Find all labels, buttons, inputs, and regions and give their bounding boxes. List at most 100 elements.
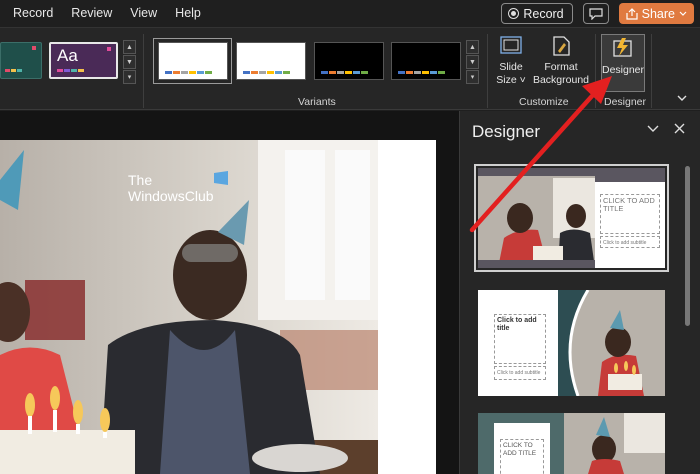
scroll-down-icon[interactable]: ▼ <box>123 55 136 69</box>
scroll-up-icon[interactable]: ▲ <box>466 40 479 54</box>
slide-workspace: The WindowsClub <box>0 111 459 474</box>
color-swatch <box>321 71 328 74</box>
design-photo-thumbnail <box>478 168 595 268</box>
slide-size-label-2: Size ˅ <box>496 74 526 86</box>
variant-color-swatches <box>398 71 445 74</box>
color-swatch <box>406 71 413 74</box>
variant-color-swatches <box>321 71 368 74</box>
share-icon <box>626 7 638 20</box>
color-swatch <box>361 71 368 74</box>
slide-size-label-1: Slide <box>499 61 523 73</box>
variant-color-swatches <box>243 71 290 74</box>
ribbon-separator <box>487 34 488 108</box>
color-swatch <box>197 71 204 74</box>
slide-canvas[interactable]: The WindowsClub <box>0 140 436 474</box>
variant-black-2[interactable] <box>391 42 461 80</box>
color-swatch <box>259 71 266 74</box>
color-swatch <box>243 71 250 74</box>
menu-help[interactable]: Help <box>166 0 210 27</box>
pane-scrollbar[interactable] <box>685 166 690 326</box>
color-swatch <box>329 71 336 74</box>
record-button[interactable]: Record <box>501 3 573 24</box>
menu-bar: Record Review View Help Record Share <box>0 0 700 27</box>
format-background-icon <box>553 36 570 56</box>
record-icon <box>508 8 520 19</box>
color-swatch <box>353 71 360 74</box>
powerpoint-window: Record Review View Help Record Share Aa … <box>0 0 700 474</box>
variant-white-1[interactable] <box>158 42 228 80</box>
share-button[interactable]: Share <box>618 3 694 24</box>
design-idea-card[interactable]: Click to add title Click to add subtitle <box>478 290 665 396</box>
variant-white-2[interactable] <box>236 42 306 80</box>
more-icon[interactable]: ▾ <box>123 70 136 84</box>
group-label-variants: Variants <box>298 96 336 108</box>
slide-size-icon <box>500 36 522 54</box>
color-swatch <box>251 71 258 74</box>
designer-pane: Designer CLICK TO ADD TITLE Click to add… <box>459 111 700 474</box>
title-placeholder: Click to add title <box>494 314 546 364</box>
ribbon-separator <box>595 34 596 108</box>
color-swatch <box>165 71 172 74</box>
scroll-up-icon[interactable]: ▲ <box>123 40 136 54</box>
subtitle-placeholder: Click to add subtitle <box>494 366 546 380</box>
ribbon-separator <box>143 34 144 108</box>
collapse-ribbon-icon[interactable] <box>677 95 687 102</box>
design-idea-card[interactable]: CLICK TO ADD TITLE Click to add subtitle <box>474 164 669 272</box>
designer-button-label: Designer <box>601 64 645 76</box>
title-placeholder: CLICK TO ADD TITLE <box>500 439 544 474</box>
color-swatch <box>275 71 282 74</box>
themes-gallery-scroll[interactable]: ▲ ▼ ▾ <box>123 40 136 84</box>
theme-thumbnail[interactable] <box>0 42 42 79</box>
watermark-logo: The WindowsClub <box>128 171 228 204</box>
menu-record[interactable]: Record <box>0 0 62 27</box>
variants-gallery-scroll[interactable]: ▲ ▼ ▾ <box>466 40 479 84</box>
format-background-label-1: Format <box>544 61 578 73</box>
scroll-down-icon[interactable]: ▼ <box>466 55 479 69</box>
watermark-line-1: The <box>128 172 153 188</box>
record-button-label: Record <box>523 6 564 21</box>
variant-black-1[interactable] <box>314 42 384 80</box>
theme-sample-text: Aa <box>57 46 78 65</box>
design-text-panel: CLICK TO ADD TITLE Click to add subtitle <box>595 168 665 268</box>
color-swatch <box>430 71 437 74</box>
watermark-line-2-row: WindowsClub <box>128 188 214 204</box>
variant-color-swatches <box>165 71 212 74</box>
theme-thumbnail-selected[interactable]: Aa <box>49 42 118 79</box>
design-text-panel: CLICK TO ADD TITLE <box>494 423 550 474</box>
watermark-line-2: WindowsClub <box>128 188 214 204</box>
title-placeholder: CLICK TO ADD TITLE <box>600 194 660 234</box>
color-swatch <box>438 71 445 74</box>
designer-button[interactable]: Designer <box>601 34 645 92</box>
menu-review[interactable]: Review <box>62 0 121 27</box>
format-background-button[interactable]: Format Background <box>532 34 590 87</box>
format-background-label-2: Background <box>532 74 590 86</box>
close-icon[interactable] <box>674 123 685 134</box>
design-photo-thumbnail <box>558 290 665 396</box>
color-swatch <box>189 71 196 74</box>
designer-pane-title: Designer <box>472 122 541 141</box>
color-swatch <box>267 71 274 74</box>
color-swatch <box>173 71 180 74</box>
chevron-down-icon <box>679 11 687 16</box>
ribbon-separator <box>651 34 652 108</box>
slide-size-button[interactable]: Slide Size ˅ <box>493 34 529 87</box>
color-swatch <box>181 71 188 74</box>
color-swatch <box>414 71 421 74</box>
share-button-label: Share <box>641 6 675 21</box>
color-swatch <box>398 71 405 74</box>
design-photo-thumbnail <box>564 413 665 474</box>
group-label-designer: Designer <box>604 96 647 108</box>
design-idea-card[interactable]: CLICK TO ADD TITLE <box>478 413 665 474</box>
group-label-customize: Customize <box>519 96 569 108</box>
comments-button[interactable] <box>582 3 609 24</box>
color-swatch <box>205 71 212 74</box>
pane-options-chevron-icon[interactable] <box>647 125 659 133</box>
design-ribbon: Aa ▲ ▼ ▾ ▲ ▼ ▾ Variants Slide Size ˅ For… <box>0 27 700 110</box>
more-icon[interactable]: ▾ <box>466 70 479 84</box>
color-swatch <box>422 71 429 74</box>
designer-icon <box>613 38 632 57</box>
windows-logo-icon <box>214 171 228 185</box>
menu-view[interactable]: View <box>121 0 166 27</box>
subtitle-placeholder: Click to add subtitle <box>600 236 660 248</box>
comment-icon <box>589 7 603 20</box>
